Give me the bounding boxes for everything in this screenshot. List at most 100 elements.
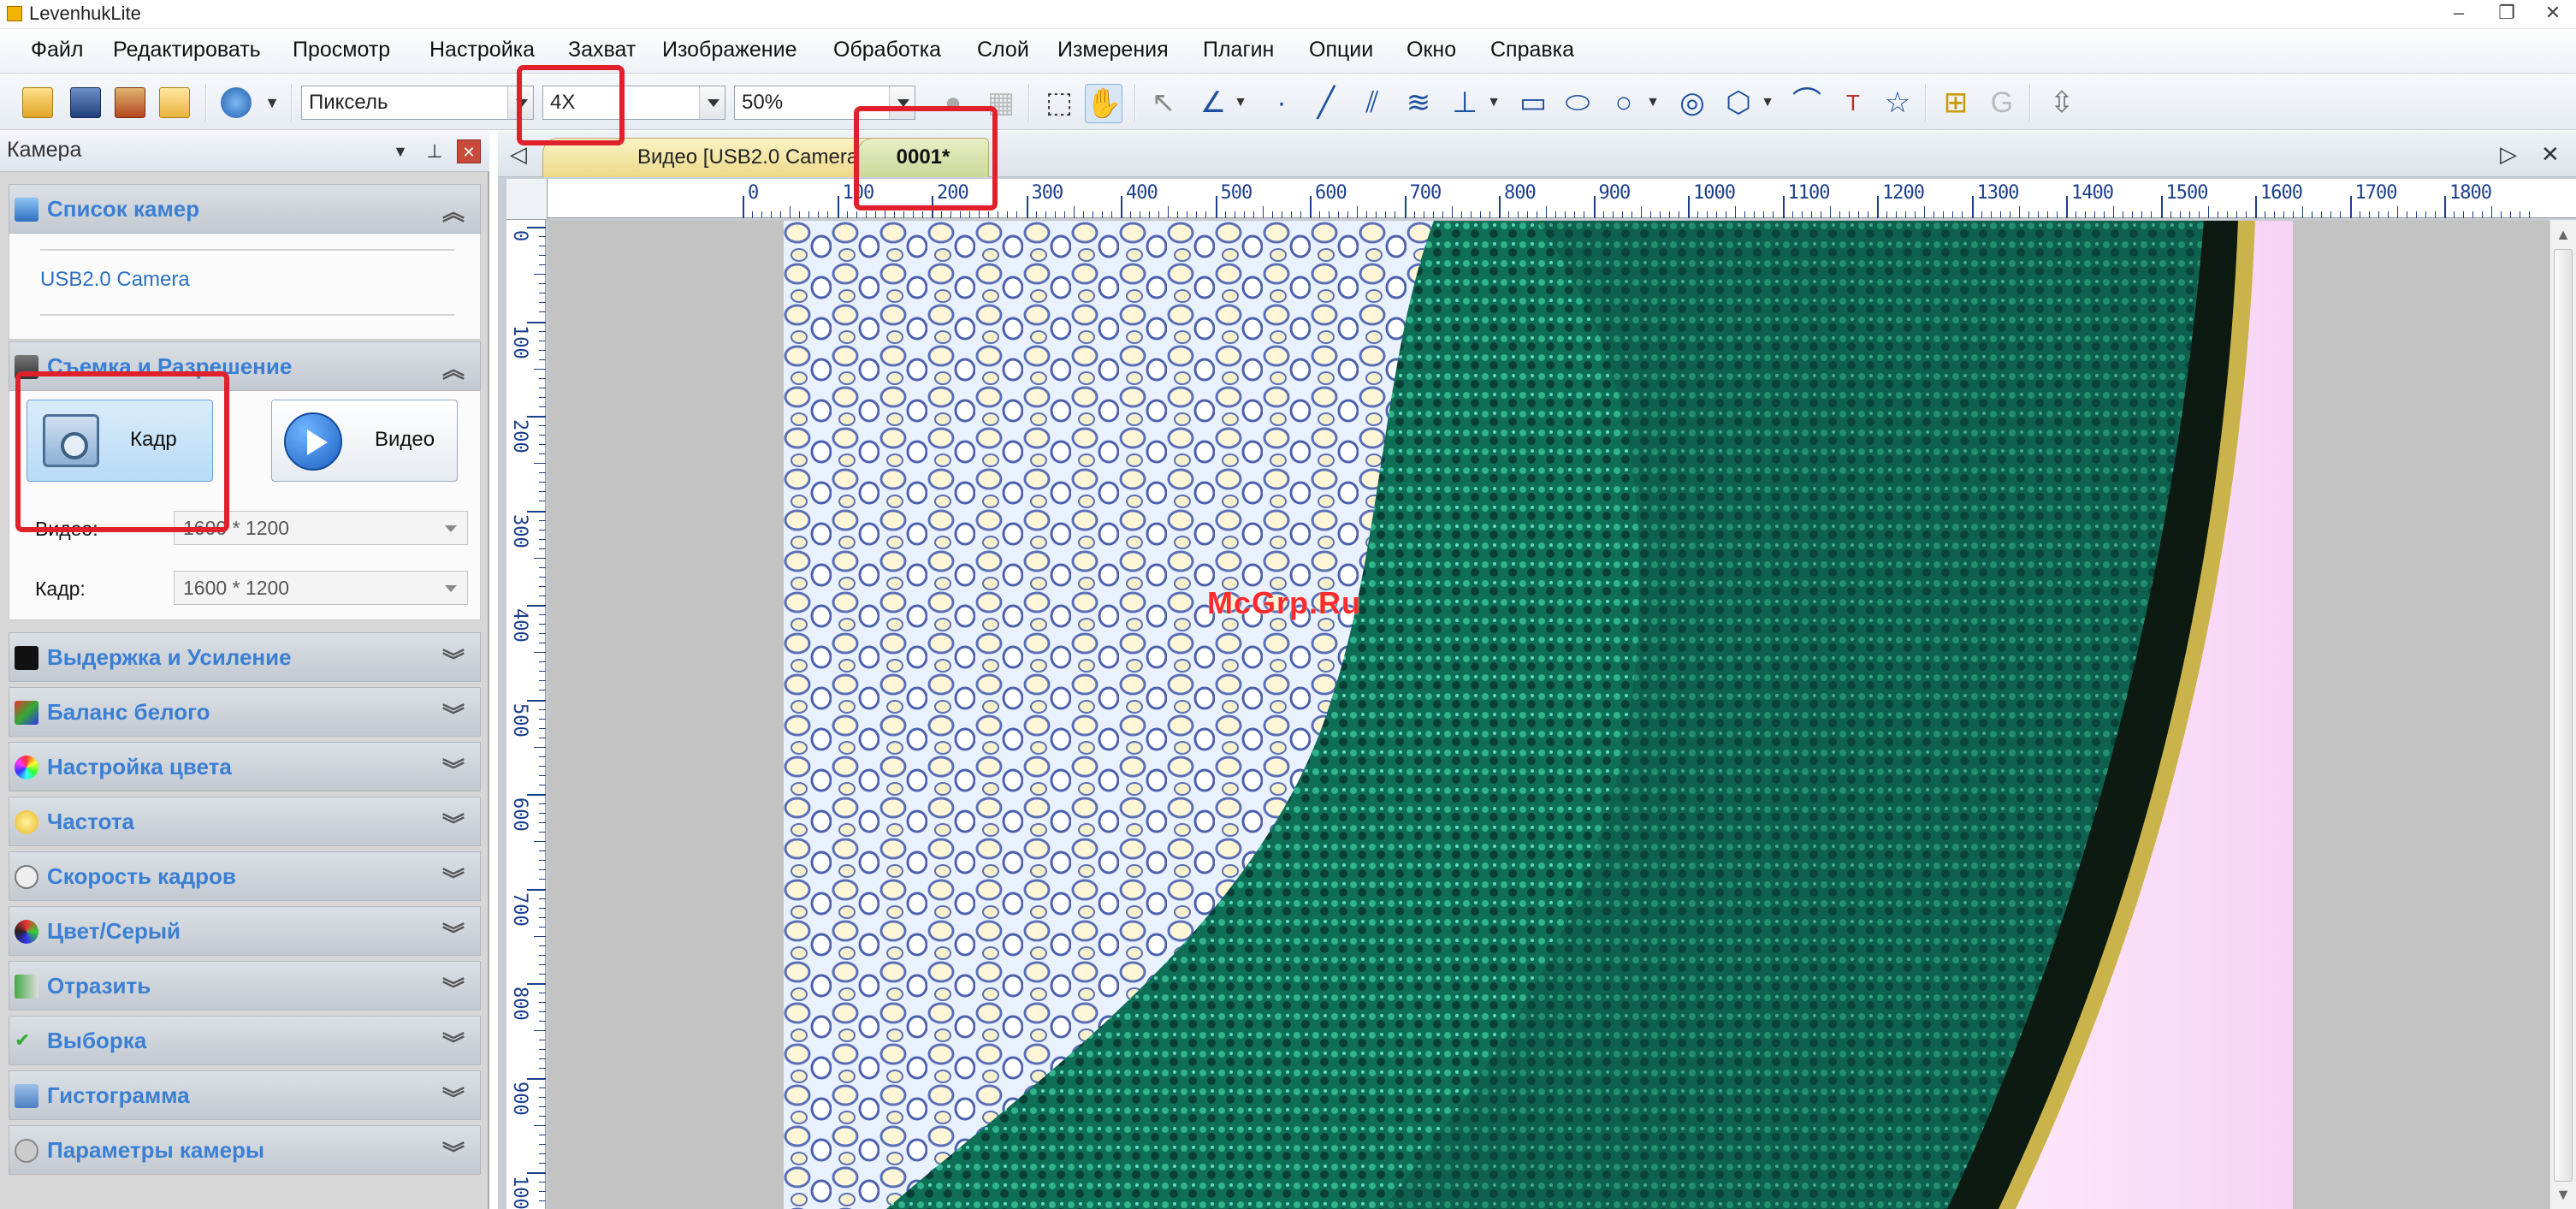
chevron-down-icon[interactable]: ▼ [1222, 84, 1259, 121]
menu-measure[interactable]: Измерения [1057, 38, 1169, 62]
multi-lines-icon[interactable]: ≋ [1400, 84, 1437, 121]
collapse-up-icon[interactable]: ︽ [442, 195, 465, 227]
rectangle-icon[interactable]: ▭ [1514, 84, 1552, 121]
expand-down-icon[interactable]: ︾ [442, 643, 465, 675]
tab-scroll-right-icon[interactable]: ▷ [2500, 141, 2517, 168]
ruler-minor-tick [1252, 211, 1254, 218]
scroll-down-icon[interactable]: ▼ [2554, 1185, 2573, 1204]
menu-options[interactable]: Опции [1309, 38, 1373, 62]
snap-resolution-select[interactable]: 1600 * 1200 [174, 571, 468, 605]
menu-view[interactable]: Просмотр [293, 38, 390, 62]
ruler-minor-tick [539, 472, 546, 474]
menu-edit[interactable]: Редактировать [113, 38, 261, 62]
close-panel-icon[interactable]: ✕ [457, 139, 481, 163]
ruler-minor-tick [539, 671, 546, 673]
expand-down-icon[interactable]: ︾ [442, 753, 465, 785]
menu-capture[interactable]: Захват [568, 38, 636, 62]
align-icon[interactable]: ⇳ [2043, 84, 2081, 121]
microscope-image[interactable] [784, 221, 2293, 1209]
section-flip[interactable]: Отразить ︾ [9, 961, 481, 1010]
menu-plugin[interactable]: Плагин [1203, 38, 1274, 62]
scroll-up-icon[interactable]: ▲ [2554, 225, 2573, 244]
ruler-minor-tick [921, 211, 923, 218]
chevron-down-icon[interactable]: ▼ [253, 84, 291, 121]
close-tab-icon[interactable]: ✕ [2541, 141, 2560, 168]
ruler-minor-tick [1518, 211, 1519, 218]
menu-help[interactable]: Справка [1490, 38, 1574, 62]
ruler-minor-tick [1158, 211, 1160, 218]
close-window-button[interactable]: ✕ [2529, 0, 2576, 27]
vertical-scrollbar[interactable]: ▲ ▼ [2549, 220, 2576, 1209]
ruler-minor-tick [534, 1124, 546, 1126]
expand-down-icon[interactable]: ︾ [442, 972, 465, 1004]
expand-down-icon[interactable]: ︾ [442, 808, 465, 839]
section-color-gray[interactable]: Цвет/Серый ︾ [9, 906, 481, 956]
chevron-down-icon[interactable] [699, 86, 725, 119]
parallel-lines-icon[interactable]: ⫽ [1353, 84, 1391, 121]
collapse-up-icon[interactable]: ︽ [442, 353, 465, 384]
menu-file[interactable]: Файл [31, 38, 83, 62]
star-icon[interactable]: ☆ [1879, 84, 1916, 121]
ruler-minor-tick [1385, 211, 1387, 218]
save-all-icon[interactable] [115, 87, 145, 118]
section-exposure-gain[interactable]: Выдержка и Усиление ︾ [9, 632, 481, 682]
camera-select-icon[interactable] [221, 87, 252, 118]
chevron-down-icon[interactable]: ▼ [388, 139, 412, 163]
menu-layer[interactable]: Слой [977, 38, 1029, 62]
ruler-minor-tick [539, 850, 546, 852]
ruler-minor-tick [539, 1096, 546, 1098]
expand-down-icon[interactable]: ︾ [442, 1027, 465, 1058]
ruler-minor-tick [539, 661, 546, 663]
restore-button[interactable]: ❐ [2483, 0, 2531, 27]
ruler-minor-tick [1668, 211, 1670, 218]
section-sampling[interactable]: ✔ Выборка ︾ [9, 1016, 481, 1065]
expand-down-icon[interactable]: ︾ [442, 698, 465, 730]
section-color-adjust[interactable]: Настройка цвета ︾ [9, 742, 481, 791]
save-icon[interactable] [70, 87, 101, 118]
hand-pan-icon[interactable]: ✋ [1085, 84, 1122, 123]
rect-select-icon[interactable]: ⬚ [1040, 84, 1078, 121]
text-tool-icon[interactable]: T [1834, 84, 1872, 121]
menu-process[interactable]: Обработка [833, 38, 941, 62]
point-icon[interactable]: · [1263, 84, 1300, 121]
arc-icon[interactable]: ⌒ [1788, 84, 1826, 121]
chevron-down-icon[interactable]: ▼ [1749, 84, 1786, 121]
chevron-down-icon[interactable]: ▼ [1475, 84, 1513, 121]
ruler-label: 600 [1315, 182, 1347, 204]
expand-down-icon[interactable]: ︾ [442, 862, 465, 894]
section-white-balance[interactable]: Баланс белого ︾ [9, 687, 481, 737]
ruler-minor-tick [2501, 211, 2502, 218]
open-folder-icon[interactable] [22, 87, 53, 118]
ruler-minor-tick [539, 1115, 546, 1117]
section-histogram[interactable]: Гистограмма ︾ [9, 1070, 481, 1120]
menu-window[interactable]: Окно [1406, 38, 1456, 62]
grid-g-icon[interactable]: G [1983, 84, 2021, 121]
chevron-down-icon[interactable]: ▼ [1634, 84, 1672, 121]
expand-down-icon[interactable]: ︾ [442, 1082, 465, 1113]
line-icon[interactable]: ╱ [1307, 84, 1345, 121]
concentric-circles-icon[interactable]: ◎ [1673, 84, 1711, 121]
minimize-button[interactable]: – [2435, 0, 2483, 27]
ruler-minor-tick [2463, 211, 2465, 218]
section-camera-params[interactable]: Параметры камеры ︾ [9, 1125, 481, 1175]
menu-image[interactable]: Изображение [662, 38, 796, 62]
expand-down-icon[interactable]: ︾ [442, 917, 465, 949]
ruler-tick [527, 321, 546, 323]
pointer-icon[interactable]: ↖ [1145, 84, 1182, 121]
scroll-thumb[interactable] [2554, 249, 2573, 1182]
section-frequency[interactable]: Частота ︾ [9, 797, 481, 846]
ruler-minor-tick [539, 1162, 546, 1164]
ruler-label: 1400 [2071, 182, 2114, 204]
menu-setup[interactable]: Настройка [429, 38, 535, 62]
section-frame-rate[interactable]: Скорость кадров ︾ [9, 851, 481, 901]
camera-item-usb[interactable]: USB2.0 Camera [40, 268, 190, 292]
section-camera-list[interactable]: Список камер ︽ [9, 184, 481, 234]
video-button[interactable]: Видео [271, 400, 458, 482]
calibrate-icon[interactable]: ⊞ [1937, 84, 1975, 121]
pin-icon[interactable]: ⊥ [423, 139, 447, 163]
unit-select[interactable]: Пиксель [301, 86, 534, 120]
ruler-label: 800 [509, 987, 530, 1021]
expand-down-icon[interactable]: ︾ [442, 1136, 465, 1168]
browse-folder-icon[interactable] [159, 87, 190, 118]
ellipse-icon[interactable]: ⬭ [1559, 84, 1596, 121]
